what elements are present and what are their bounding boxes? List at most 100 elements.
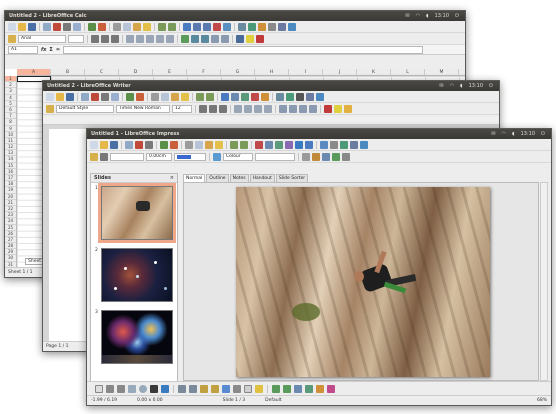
basic-shapes-icon[interactable] xyxy=(200,384,208,393)
hyperlink-icon[interactable] xyxy=(183,22,191,31)
name-box[interactable]: A1 xyxy=(8,45,38,54)
currency-icon[interactable] xyxy=(181,34,189,43)
from-file-icon[interactable] xyxy=(305,384,313,393)
stars-icon[interactable] xyxy=(255,384,263,393)
justify-icon[interactable] xyxy=(264,104,272,113)
tab-normal[interactable]: Normal xyxy=(183,174,206,182)
sound-icon[interactable]: ◖ xyxy=(426,11,429,21)
edit-icon[interactable] xyxy=(81,92,89,101)
pdf-icon[interactable] xyxy=(91,92,99,101)
find-icon[interactable] xyxy=(238,22,246,31)
new-icon[interactable] xyxy=(46,92,54,101)
undo-icon[interactable] xyxy=(230,140,238,149)
underline-icon[interactable] xyxy=(219,104,227,113)
fill-style-select[interactable]: Colour xyxy=(223,152,253,161)
status-zoom[interactable]: 68% xyxy=(537,396,547,405)
new-icon[interactable] xyxy=(90,140,98,149)
autospell-icon[interactable] xyxy=(136,92,144,101)
borders-icon[interactable] xyxy=(236,34,244,43)
arrow-style-icon[interactable] xyxy=(100,152,108,161)
zoom-icon[interactable] xyxy=(306,92,314,101)
equals-icon[interactable]: = xyxy=(56,47,60,53)
formula-input[interactable] xyxy=(63,45,424,54)
autospell-icon[interactable] xyxy=(98,22,106,31)
line-color-select[interactable] xyxy=(174,152,206,161)
bgcolor-icon[interactable] xyxy=(344,104,352,113)
paste-icon[interactable] xyxy=(205,140,213,149)
symbol-shapes-icon[interactable] xyxy=(211,384,219,393)
merge-icon[interactable] xyxy=(166,34,174,43)
line-width-input[interactable]: 0.00cm xyxy=(146,152,172,161)
column-header[interactable]: K xyxy=(357,69,391,75)
sort-desc-icon[interactable] xyxy=(203,22,211,31)
bold-icon[interactable] xyxy=(199,104,207,113)
percent-icon[interactable] xyxy=(191,34,199,43)
cut-icon[interactable] xyxy=(113,22,121,31)
align-right-icon[interactable] xyxy=(254,104,262,113)
current-slide[interactable] xyxy=(236,187,490,377)
italic-icon[interactable] xyxy=(101,34,109,43)
select-pointer-icon[interactable] xyxy=(95,384,103,393)
points-icon[interactable] xyxy=(272,384,280,393)
tab-outline[interactable]: Outline xyxy=(206,174,229,182)
column-header[interactable]: I xyxy=(289,69,323,75)
numbering-icon[interactable] xyxy=(279,104,287,113)
navigator-icon[interactable] xyxy=(340,140,348,149)
image-icon[interactable] xyxy=(241,92,249,101)
help-icon[interactable] xyxy=(316,92,324,101)
mail-icon[interactable]: ✉ xyxy=(491,129,495,139)
bullets-icon[interactable] xyxy=(289,104,297,113)
line-icon[interactable] xyxy=(90,152,98,161)
sum-icon[interactable]: Σ xyxy=(49,47,52,53)
outdent-icon[interactable] xyxy=(221,34,229,43)
rectangle-tool-icon[interactable] xyxy=(128,384,136,393)
column-header[interactable]: E xyxy=(153,69,187,75)
copy-icon[interactable] xyxy=(161,92,169,101)
pdf-icon[interactable] xyxy=(53,22,61,31)
underline-icon[interactable] xyxy=(111,34,119,43)
help-icon[interactable] xyxy=(360,140,368,149)
column-header[interactable]: G xyxy=(221,69,255,75)
writer-font-name[interactable]: Times New Roman xyxy=(116,104,170,113)
cut-icon[interactable] xyxy=(151,92,159,101)
line-tool-icon[interactable] xyxy=(106,384,114,393)
print-icon[interactable] xyxy=(63,22,71,31)
navigator-icon[interactable] xyxy=(286,92,294,101)
column-header[interactable]: F xyxy=(187,69,221,75)
edit-icon[interactable] xyxy=(43,22,51,31)
power-icon[interactable]: ⏻ xyxy=(489,81,493,91)
spellcheck-icon[interactable] xyxy=(160,140,168,149)
styles-icon[interactable] xyxy=(8,34,16,43)
formatting-marks-icon[interactable] xyxy=(296,92,304,101)
image-icon[interactable] xyxy=(275,140,283,149)
connector-icon[interactable] xyxy=(189,384,197,393)
autospell-icon[interactable] xyxy=(170,140,178,149)
zoom-icon[interactable] xyxy=(350,140,358,149)
shadow-icon[interactable] xyxy=(302,152,310,161)
slide-thumbnail-3[interactable] xyxy=(101,310,173,364)
rotate-icon[interactable] xyxy=(312,152,320,161)
vertical-scrollbar[interactable] xyxy=(540,182,548,381)
power-icon[interactable]: ⏻ xyxy=(455,11,459,21)
hyperlink-icon[interactable] xyxy=(305,140,313,149)
column-header[interactable]: D xyxy=(119,69,153,75)
network-icon[interactable]: ◠ xyxy=(450,81,454,91)
preview-icon[interactable] xyxy=(73,22,81,31)
fontcolor-icon[interactable] xyxy=(256,34,264,43)
column-header[interactable]: N xyxy=(459,69,465,75)
open-icon[interactable] xyxy=(100,140,108,149)
datasource-icon[interactable] xyxy=(268,22,276,31)
sort-asc-icon[interactable] xyxy=(193,22,201,31)
undo-icon[interactable] xyxy=(158,22,166,31)
table-icon[interactable] xyxy=(265,140,273,149)
chart-icon[interactable] xyxy=(213,22,221,31)
paragraph-style[interactable]: Default Style xyxy=(56,104,114,113)
writer-page[interactable] xyxy=(49,129,89,341)
copy-icon[interactable] xyxy=(195,140,203,149)
save-icon[interactable] xyxy=(28,22,36,31)
paste-icon[interactable] xyxy=(171,92,179,101)
print-icon[interactable] xyxy=(101,92,109,101)
indent-icon[interactable] xyxy=(299,104,307,113)
block-arrows-icon[interactable] xyxy=(222,384,230,393)
outdent-icon[interactable] xyxy=(309,104,317,113)
